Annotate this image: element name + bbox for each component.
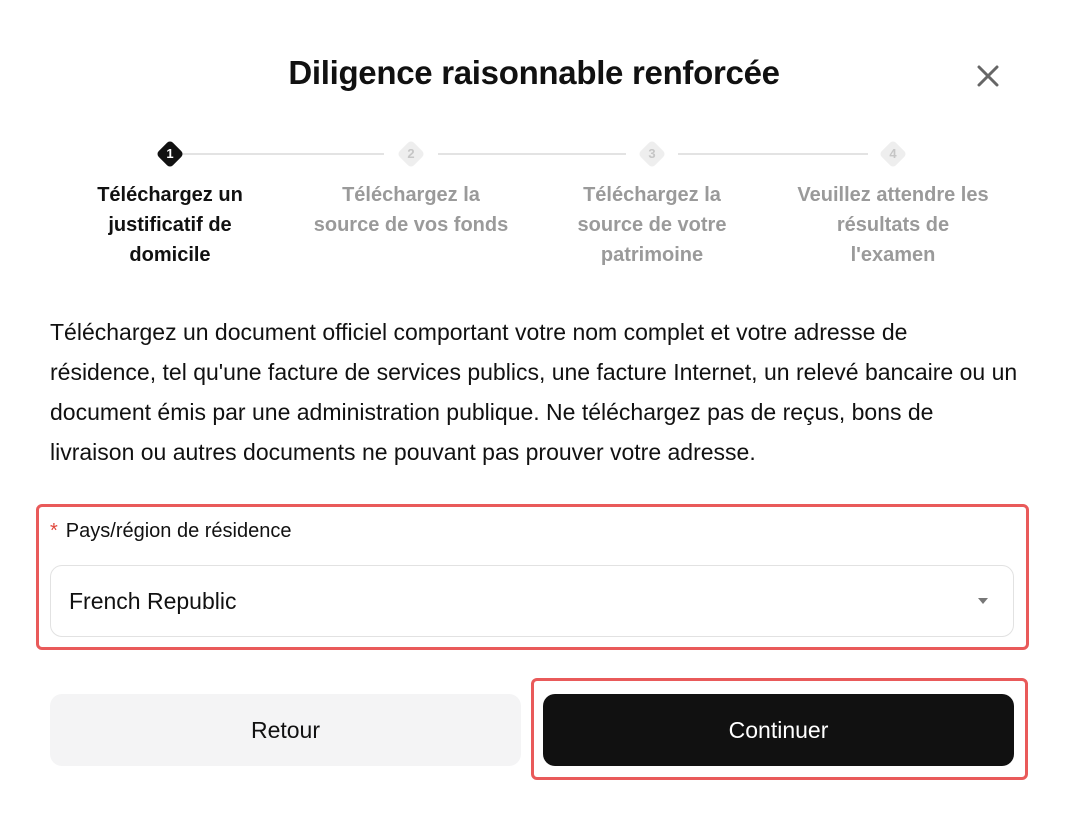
dialog-title: Diligence raisonnable renforcée — [288, 54, 780, 91]
step-label: Téléchargez la source de vos fonds — [313, 184, 509, 236]
step-1: 1 Téléchargez un justificatif de domicil… — [70, 139, 270, 270]
caret-down-icon — [978, 598, 988, 604]
back-button[interactable]: Retour — [50, 694, 521, 766]
step-marker: 4 — [878, 139, 908, 169]
step-marker: 2 — [396, 139, 426, 169]
step-label: Téléchargez un justificatif de domicile — [97, 184, 243, 266]
step-label: Veuillez attendre les résultats de l'exa… — [797, 184, 989, 266]
step-marker: 3 — [637, 139, 667, 169]
step-4: 4 Veuillez attendre les résultats de l'e… — [793, 139, 993, 270]
continue-button[interactable]: Continuer — [543, 694, 1014, 766]
country-field-label: * Pays/région de résidence — [50, 513, 292, 549]
country-select-value: French Republic — [69, 588, 237, 614]
step-2: 2 Téléchargez la source de vos fonds — [311, 139, 511, 240]
instructions-text: Téléchargez un document officiel comport… — [50, 319, 1018, 465]
enhanced-due-diligence-dialog: Diligence raisonnable renforcée 1 Téléch… — [0, 0, 1068, 830]
progress-stepper: 1 Téléchargez un justificatif de domicil… — [50, 139, 1014, 270]
close-icon — [977, 65, 999, 87]
step-3: 3 Téléchargez la source de votre patrimo… — [552, 139, 752, 270]
close-button[interactable] — [968, 56, 1008, 96]
step-marker: 1 — [155, 139, 185, 169]
country-label-text: Pays/région de résidence — [65, 520, 292, 542]
step-label: Téléchargez la source de votre patrimoin… — [577, 184, 727, 266]
required-marker: * — [50, 520, 58, 542]
country-select[interactable]: French Republic — [50, 565, 1014, 637]
